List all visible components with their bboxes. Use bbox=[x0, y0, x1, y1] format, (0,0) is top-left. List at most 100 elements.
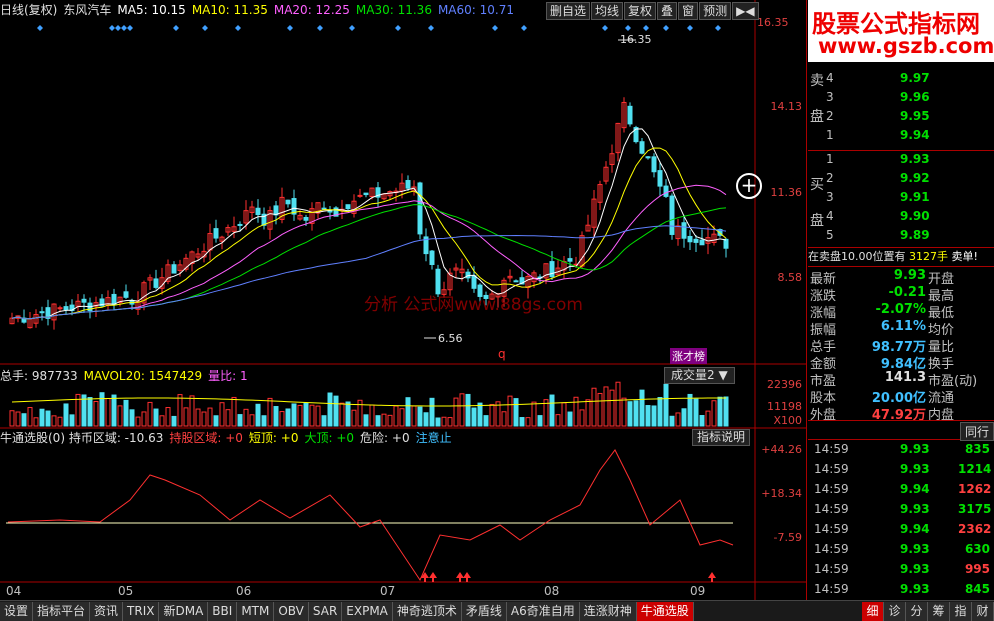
indicator-tab[interactable]: 新DMA bbox=[159, 601, 209, 621]
candle-body bbox=[153, 278, 159, 288]
tick-volume: 1262 bbox=[958, 482, 992, 496]
panel-tab[interactable]: 诊 bbox=[884, 601, 906, 621]
sell-level-row[interactable]: 2 9.95 bbox=[808, 109, 994, 128]
candle-body bbox=[429, 250, 435, 265]
tick-price: 9.93 bbox=[900, 562, 930, 576]
indicator-help-button[interactable]: 指标说明 bbox=[692, 429, 751, 446]
ma5-label: MA5: 10.15 bbox=[117, 2, 186, 17]
panel-tab[interactable]: 细 bbox=[862, 601, 884, 621]
adjust-button[interactable]: 复权 bbox=[624, 2, 657, 20]
volume-bar bbox=[597, 392, 603, 427]
chart-toolbar: 删自选 均线 复权 叠 窗 预测 ▶◀ bbox=[546, 2, 760, 20]
price-tick: 14.13 bbox=[770, 100, 803, 113]
volume-selector[interactable]: 成交量2 ▼ bbox=[664, 367, 735, 384]
volume-bar bbox=[51, 415, 57, 427]
ma-header: 日线(复权) 东风汽车 MA5: 10.15 MA10: 11.35 MA20:… bbox=[0, 0, 520, 19]
volume-bar bbox=[693, 398, 699, 427]
period-label[interactable]: 日线(复权) bbox=[0, 1, 57, 18]
volume-bar bbox=[711, 400, 717, 427]
indicator-tab[interactable]: 指标平台 bbox=[33, 601, 91, 621]
quote-value: -2.07% bbox=[875, 302, 927, 317]
tick-volume: 630 bbox=[964, 542, 990, 556]
quote-panel: 股票公式指标网 www.gszb.com 卖盘 买盘 4 9.97 3 9.96 2 9.… bbox=[808, 0, 994, 600]
logo-url: www.gszb.com bbox=[818, 34, 994, 58]
signal-diamond bbox=[643, 25, 649, 31]
buy-level-row[interactable]: 5 9.89 bbox=[808, 228, 994, 247]
peer-button[interactable]: 同行 bbox=[959, 422, 994, 441]
volume-bar bbox=[429, 397, 435, 427]
indicator-tab[interactable]: TRIX bbox=[123, 601, 160, 621]
panel-tab[interactable]: 财 bbox=[972, 601, 994, 621]
candle-body bbox=[651, 156, 657, 173]
volume-bar bbox=[525, 417, 531, 427]
volume-bar bbox=[237, 414, 243, 427]
volume-bar bbox=[27, 407, 33, 427]
ma60-label: MA60: 10.71 bbox=[437, 2, 514, 17]
buy-level-row[interactable]: 2 9.92 bbox=[808, 171, 994, 190]
high-label: 16.35 bbox=[620, 33, 652, 46]
zoom-in-icon[interactable]: + bbox=[736, 173, 762, 199]
forecast-button[interactable]: 预测 bbox=[699, 2, 732, 20]
indicator-tab[interactable]: 资讯 bbox=[90, 601, 124, 621]
indicator-tab[interactable]: EXPMA bbox=[342, 601, 393, 621]
candle-body bbox=[639, 141, 645, 154]
tick-price: 9.93 bbox=[900, 442, 930, 456]
volume-bar bbox=[201, 411, 207, 427]
volume-bar bbox=[561, 402, 567, 427]
indicator-tab[interactable]: 矛盾线 bbox=[461, 601, 507, 621]
indicator-tab[interactable]: 牛通选股 bbox=[636, 601, 694, 621]
level-price: 9.97 bbox=[900, 71, 930, 85]
volume-bar bbox=[591, 387, 597, 427]
panel-tab[interactable]: 筹 bbox=[928, 601, 950, 621]
buy-level-row[interactable]: 1 9.93 bbox=[808, 152, 994, 171]
signal-diamond bbox=[492, 25, 498, 31]
panel-tab[interactable]: 分 bbox=[906, 601, 928, 621]
indicator-line bbox=[7, 449, 734, 582]
candle-body bbox=[687, 235, 693, 243]
buy-arrow-icon bbox=[463, 572, 471, 582]
window-button[interactable]: 窗 bbox=[678, 2, 699, 20]
sell-level-row[interactable]: 3 9.96 bbox=[808, 90, 994, 109]
notice-text: 在卖盘10.00位置有 bbox=[808, 250, 906, 263]
volume-bar bbox=[99, 392, 105, 427]
indicator-tab[interactable]: MTM bbox=[237, 601, 275, 621]
tick-price: 9.93 bbox=[900, 462, 930, 476]
notice-tag: 卖单! bbox=[951, 250, 978, 263]
volume-bar bbox=[231, 396, 237, 427]
indicator-tab[interactable]: 连涨财神 bbox=[579, 601, 637, 621]
indicator-tab[interactable]: BBI bbox=[208, 601, 238, 621]
sell-level-row[interactable]: 4 9.97 bbox=[808, 71, 994, 90]
quote-row: 涨跌 -0.21 最高 bbox=[808, 285, 994, 304]
buy-level-row[interactable]: 4 9.90 bbox=[808, 209, 994, 228]
volume-bar bbox=[657, 397, 663, 427]
volume-bar bbox=[183, 407, 189, 427]
remove-favorite-button[interactable]: 删自选 bbox=[546, 2, 591, 20]
book-separator bbox=[808, 150, 994, 151]
overlay-button[interactable]: 叠 bbox=[657, 2, 678, 20]
level-number: 1 bbox=[826, 128, 834, 142]
indicator-tab[interactable]: A6奇准自用 bbox=[506, 601, 580, 621]
buy-level-row[interactable]: 3 9.91 bbox=[808, 190, 994, 209]
rank-badge[interactable]: 涨才榜 bbox=[670, 348, 707, 364]
volume-bar bbox=[615, 381, 621, 427]
play-icon[interactable]: ▶◀ bbox=[732, 2, 759, 20]
indicator-tab[interactable]: OBV bbox=[274, 601, 309, 621]
volume-selector-label: 成交量2 bbox=[671, 368, 715, 382]
indicator-tab[interactable]: SAR bbox=[308, 601, 343, 621]
indicator-tabs: 设置 指标平台 资讯 TRIX 新DMA BBI MTM OBV SAR EXPMA 神奇逃顶术 矛盾… bbox=[0, 600, 994, 621]
volume-bar bbox=[417, 406, 423, 427]
sell-level-row[interactable]: 1 9.94 bbox=[808, 128, 994, 147]
volume-bar bbox=[555, 414, 561, 427]
signal-diamond bbox=[173, 25, 179, 31]
candle-body bbox=[123, 291, 129, 298]
ma-button[interactable]: 均线 bbox=[591, 2, 624, 20]
candle-body bbox=[213, 228, 219, 239]
level-number: 4 bbox=[826, 71, 834, 85]
indicator-tab[interactable]: 设置 bbox=[0, 601, 34, 621]
level-number: 2 bbox=[826, 109, 834, 123]
tick-row: 14:59 9.94 1262 bbox=[808, 482, 994, 502]
indicator-tab[interactable]: 神奇逃顶术 bbox=[392, 601, 462, 621]
mavol-label: MAVOL20: 1547429 bbox=[83, 368, 203, 383]
panel-tab[interactable]: 指 bbox=[950, 601, 972, 621]
volume-bar bbox=[507, 395, 513, 427]
